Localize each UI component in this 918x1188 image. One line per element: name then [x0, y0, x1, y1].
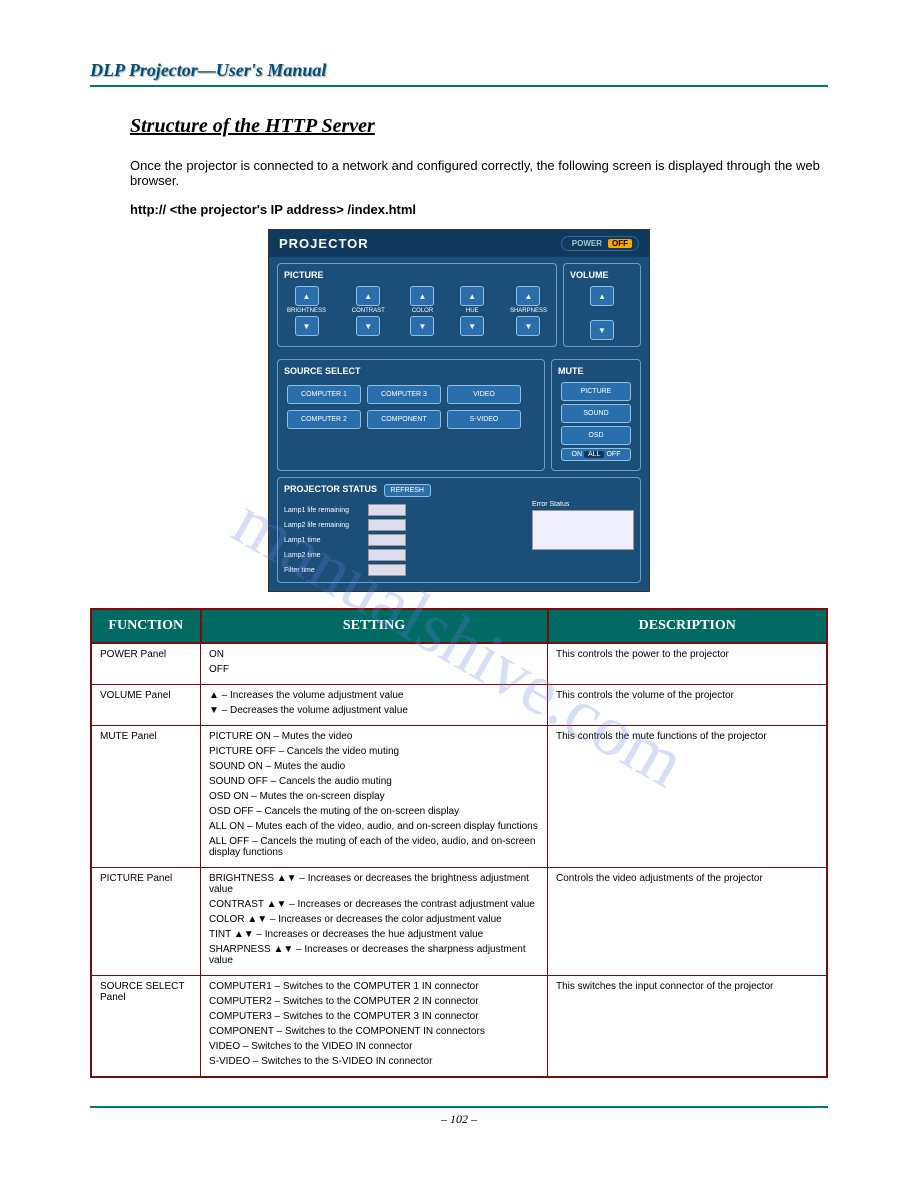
status-row: Lamp2 life remaining — [284, 519, 522, 531]
function-table: FUNCTION SETTING DESCRIPTION POWER Panel… — [90, 608, 828, 1078]
contrast-up-button[interactable]: ▲ — [356, 286, 380, 306]
source-select-panel: SOURCE SELECT COMPUTER 1 COMPUTER 3 VIDEO C… — [277, 359, 545, 471]
sharpness-label: SHARPNESS — [510, 308, 547, 314]
power-off-label: OFF — [608, 239, 632, 248]
source-video-button[interactable]: VIDEO — [447, 385, 521, 404]
sharpness-up-button[interactable]: ▲ — [516, 286, 540, 306]
table-row: POWER PanelONOFFThis controls the power … — [91, 643, 827, 685]
source-computer-1-button[interactable]: COMPUTER 1 — [287, 385, 361, 404]
description-cell: Controls the video adjustments of the pr… — [548, 868, 828, 976]
picture-column-brightness: ▲ BRIGHTNESS ▼ — [287, 286, 326, 336]
source-computer-3-button[interactable]: COMPUTER 3 — [367, 385, 441, 404]
volume-up-button[interactable]: ▲ — [590, 286, 614, 306]
sharpness-down-button[interactable]: ▼ — [516, 316, 540, 336]
status-value — [368, 534, 406, 546]
volume-label: VOLUME — [570, 270, 634, 280]
picture-label: PICTURE — [284, 270, 550, 280]
mute-panel: MUTE PICTURE SOUND OSD ON ALL OFF — [551, 359, 641, 471]
table-row: SOURCE SELECT PanelCOMPUTER1 – Switches … — [91, 976, 827, 1078]
error-status-box — [532, 510, 634, 550]
power-toggle[interactable]: POWER OFF — [561, 236, 639, 251]
contrast-label: CONTRAST — [352, 308, 385, 314]
setting-cell: BRIGHTNESS ▲▼ – Increases or decreases t… — [201, 868, 548, 976]
mute-label: MUTE — [558, 366, 634, 376]
description-cell: This controls the volume of the projecto… — [548, 685, 828, 726]
error-status-label: Error Status — [532, 501, 634, 508]
hue-down-button[interactable]: ▼ — [460, 316, 484, 336]
projector-title: PROJECTOR — [279, 236, 369, 251]
th-setting: SETTING — [201, 609, 548, 643]
status-row: Lamp1 time — [284, 534, 522, 546]
color-up-button[interactable]: ▲ — [410, 286, 434, 306]
function-cell: VOLUME Panel — [91, 685, 201, 726]
picture-column-contrast: ▲ CONTRAST ▼ — [352, 286, 385, 336]
status-row: Lamp1 life remaining — [284, 504, 522, 516]
section-title: Structure of the HTTP Server — [130, 115, 828, 138]
header-title: DLP Projector—User's Manual — [90, 60, 828, 81]
mute-all-toggle[interactable]: ON ALL OFF — [561, 448, 631, 461]
setting-cell: PICTURE ON – Mutes the videoPICTURE OFF … — [201, 726, 548, 868]
power-on-label: POWER — [568, 239, 606, 248]
status-row: Lamp2 time — [284, 549, 522, 561]
mute-all-mid: ALL — [584, 451, 604, 458]
footer-rule — [90, 1106, 828, 1108]
picture-column-sharpness: ▲ SHARPNESS ▼ — [510, 286, 547, 336]
intro-text: Once the projector is connected to a net… — [130, 158, 828, 188]
hue-up-button[interactable]: ▲ — [460, 286, 484, 306]
picture-panel: PICTURE ▲ BRIGHTNESS ▼ ▲ CONTRAST ▼ ▲ COLOR ▼ ▲ HU… — [277, 263, 557, 347]
setting-cell: ONOFF — [201, 643, 548, 685]
page-number: – 102 – — [90, 1112, 828, 1127]
function-cell: PICTURE Panel — [91, 868, 201, 976]
mute-picture-button[interactable]: PICTURE — [561, 382, 631, 401]
description-cell: This controls the power to the projector — [548, 643, 828, 685]
hue-label: HUE — [466, 308, 479, 314]
setting-cell: COMPUTER1 – Switches to the COMPUTER 1 I… — [201, 976, 548, 1078]
header-rule — [90, 85, 828, 87]
color-down-button[interactable]: ▼ — [410, 316, 434, 336]
brightness-label: BRIGHTNESS — [287, 308, 326, 314]
color-label: COLOR — [412, 308, 433, 314]
source-computer-2-button[interactable]: COMPUTER 2 — [287, 410, 361, 429]
contrast-down-button[interactable]: ▼ — [356, 316, 380, 336]
source-s-video-button[interactable]: S-VIDEO — [447, 410, 521, 429]
th-description: DESCRIPTION — [548, 609, 828, 643]
projector-panel: PROJECTOR POWER OFF PICTURE ▲ BRIGHTNESS ▼… — [268, 229, 650, 592]
picture-column-color: ▲ COLOR ▼ — [410, 286, 434, 336]
function-cell: MUTE Panel — [91, 726, 201, 868]
mute-all-on: ON — [572, 451, 583, 458]
volume-down-button[interactable]: ▼ — [590, 320, 614, 340]
status-row: Filter time — [284, 564, 522, 576]
status-value — [368, 519, 406, 531]
table-row: PICTURE PanelBRIGHTNESS ▲▼ – Increases o… — [91, 868, 827, 976]
mute-sound-button[interactable]: SOUND — [561, 404, 631, 423]
function-cell: POWER Panel — [91, 643, 201, 685]
volume-panel: VOLUME ▲ ▼ — [563, 263, 641, 347]
source-select-label: SOURCE SELECT — [284, 366, 538, 376]
picture-column-hue: ▲ HUE ▼ — [460, 286, 484, 336]
mute-osd-button[interactable]: OSD — [561, 426, 631, 445]
description-cell: This switches the input connector of the… — [548, 976, 828, 1078]
function-cell: SOURCE SELECT Panel — [91, 976, 201, 1078]
mute-all-off: OFF — [606, 451, 620, 458]
status-value — [368, 564, 406, 576]
description-cell: This controls the mute functions of the … — [548, 726, 828, 868]
refresh-button[interactable]: REFRESH — [384, 484, 431, 497]
brightness-down-button[interactable]: ▼ — [295, 316, 319, 336]
status-value — [368, 504, 406, 516]
th-function: FUNCTION — [91, 609, 201, 643]
table-row: VOLUME Panel▲ – Increases the volume adj… — [91, 685, 827, 726]
setting-cell: ▲ – Increases the volume adjustment valu… — [201, 685, 548, 726]
source-component-button[interactable]: COMPONENT — [367, 410, 441, 429]
table-row: MUTE PanelPICTURE ON – Mutes the videoPI… — [91, 726, 827, 868]
status-label: PROJECTOR STATUS — [284, 484, 377, 494]
projector-status-panel: PROJECTOR STATUS REFRESH Lamp1 life rema… — [277, 477, 641, 583]
url-line: http:// <the projector's IP address> /in… — [130, 202, 828, 217]
brightness-up-button[interactable]: ▲ — [295, 286, 319, 306]
status-value — [368, 549, 406, 561]
